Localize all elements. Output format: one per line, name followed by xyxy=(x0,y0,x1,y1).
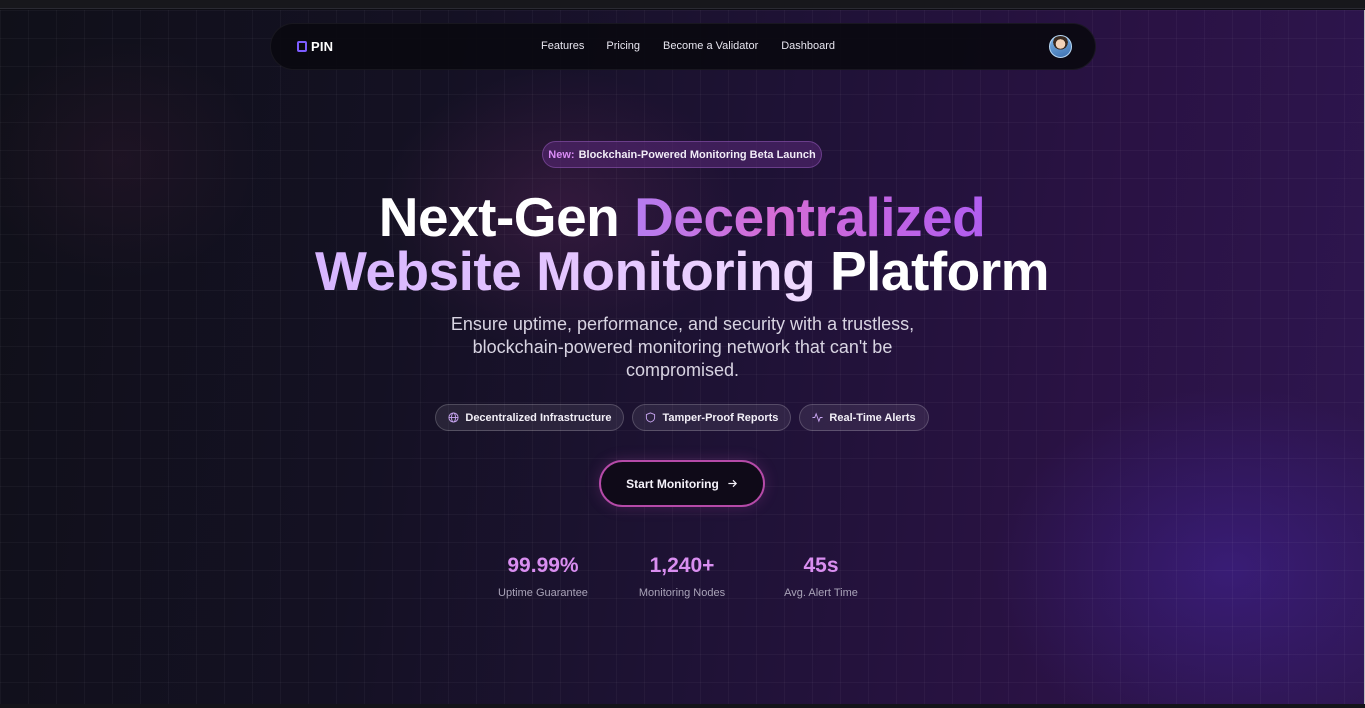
stat-alert-time: 45s Avg. Alert Time xyxy=(756,555,886,599)
activity-icon xyxy=(812,412,823,423)
headline-part: Platform xyxy=(829,240,1050,302)
badge-text: Blockchain-Powered Monitoring Beta Launc… xyxy=(578,148,816,161)
feature-label: Decentralized Infrastructure xyxy=(465,411,612,424)
stat-label: Avg. Alert Time xyxy=(784,587,858,599)
hero-section: PIN Features Pricing Become a Validator … xyxy=(0,10,1364,704)
headline-highlight: Decentralized xyxy=(634,186,986,248)
feature-pills: Decentralized Infrastructure Tamper-Proo… xyxy=(0,404,1364,431)
announcement-badge[interactable]: New: Blockchain-Powered Monitoring Beta … xyxy=(542,141,822,168)
feature-pill-decentralized: Decentralized Infrastructure xyxy=(435,404,625,431)
headline-line-2: Website Monitoring Platform xyxy=(0,244,1364,299)
feature-pill-tamper-proof: Tamper-Proof Reports xyxy=(632,404,792,431)
nav-link-become-validator[interactable]: Become a Validator xyxy=(663,40,758,52)
stat-label: Monitoring Nodes xyxy=(638,587,726,599)
headline-line-1: Next-Gen Decentralized xyxy=(0,190,1364,245)
feature-pill-realtime: Real-Time Alerts xyxy=(799,404,929,431)
globe-icon xyxy=(448,412,459,423)
hero-subtitle: Ensure uptime, performance, and security… xyxy=(450,314,915,380)
nav-link-features[interactable]: Features xyxy=(541,40,584,52)
window-top-bar xyxy=(0,0,1365,9)
navbar: PIN Features Pricing Become a Validator … xyxy=(270,23,1096,70)
arrow-right-icon xyxy=(728,479,737,488)
nav-link-pricing[interactable]: Pricing xyxy=(606,40,640,52)
stat-nodes: 1,240+ Monitoring Nodes xyxy=(617,555,747,599)
cta-label: Start Monitoring xyxy=(626,476,719,491)
feature-label: Real-Time Alerts xyxy=(829,411,916,424)
start-monitoring-button[interactable]: Start Monitoring xyxy=(599,460,765,507)
brand-name: PIN xyxy=(311,39,334,54)
stat-value: 99.99% xyxy=(507,554,579,577)
stat-value: 1,240+ xyxy=(649,554,715,577)
user-avatar[interactable] xyxy=(1049,35,1072,58)
logo-mark-icon xyxy=(297,41,307,52)
stat-label: Uptime Guarantee xyxy=(498,587,588,599)
nav-links: Features Pricing Become a Validator Dash… xyxy=(541,40,835,52)
headline-part: Next-Gen xyxy=(378,186,635,248)
feature-label: Tamper-Proof Reports xyxy=(662,411,779,424)
window-bottom-edge xyxy=(0,704,1365,708)
brand-logo[interactable]: PIN xyxy=(297,39,333,54)
headline-highlight: Website Monitoring xyxy=(314,240,830,302)
badge-prefix: New: xyxy=(548,148,575,161)
nav-link-dashboard[interactable]: Dashboard xyxy=(781,40,835,52)
shield-icon xyxy=(646,412,656,423)
stat-value: 45s xyxy=(803,554,839,577)
stat-uptime: 99.99% Uptime Guarantee xyxy=(478,555,608,599)
